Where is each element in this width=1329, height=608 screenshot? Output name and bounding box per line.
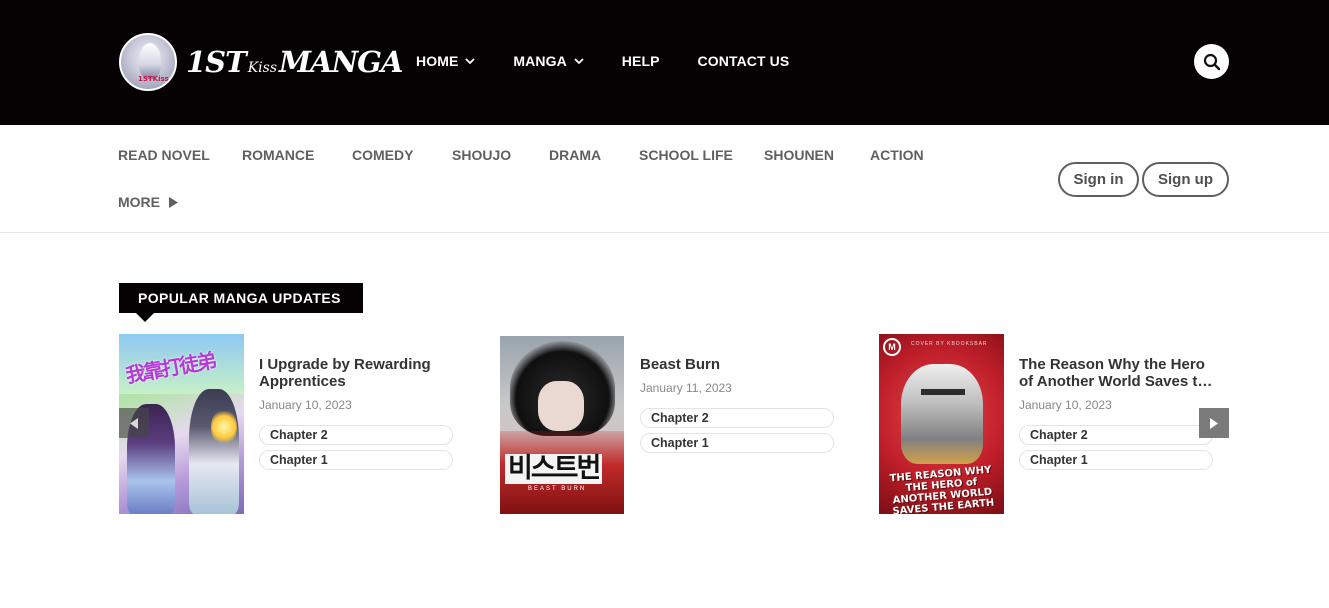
nav-home-label: HOME: [416, 53, 459, 69]
chevron-down-icon: [574, 57, 584, 64]
chapter-link[interactable]: Chapter 1: [259, 450, 453, 470]
genre-more[interactable]: MORE: [118, 193, 178, 211]
manga-title[interactable]: The Reason Why the Hero of Another World…: [1019, 356, 1215, 390]
manga-info: I Upgrade by Rewarding Apprentices Janua…: [259, 356, 455, 475]
cover-subtitle-art: BEAST BURN: [528, 486, 587, 492]
caret-left-icon: [130, 417, 138, 429]
nav-home[interactable]: HOME: [416, 52, 476, 70]
chapter-link[interactable]: Chapter 2: [1019, 425, 1213, 445]
genre-read-novel[interactable]: READ NOVEL: [118, 146, 210, 164]
logo-text-small: Kiss: [247, 59, 278, 76]
nav-contact-label: CONTACT US: [697, 53, 790, 69]
chapter-link[interactable]: Chapter 1: [1019, 450, 1213, 470]
section-heading-label: POPULAR MANGA UPDATES: [138, 290, 341, 306]
sign-up-button[interactable]: Sign up: [1142, 162, 1229, 197]
site-logo[interactable]: 1STKiss 1ST KissMANGA: [119, 33, 403, 91]
manga-title[interactable]: I Upgrade by Rewarding Apprentices: [259, 356, 455, 390]
chapter-link[interactable]: Chapter 1: [640, 433, 834, 453]
genre-shounen[interactable]: SHOUNEN: [764, 146, 834, 164]
cover-credit-text: COVER BY KBOOKSBAR: [911, 341, 988, 347]
caret-right-icon: [169, 196, 178, 208]
manga-date: January 11, 2023: [640, 381, 732, 395]
main-nav: HOME MANGA HELP CONTACT US: [416, 52, 827, 70]
sign-in-button[interactable]: Sign in: [1058, 162, 1139, 197]
logo-badge-text: 1STKiss: [138, 75, 169, 83]
genre-comedy[interactable]: COMEDY: [352, 146, 413, 164]
nav-manga-label: MANGA: [513, 53, 567, 69]
logo-badge: 1STKiss: [119, 33, 177, 91]
caret-right-icon: [1210, 417, 1218, 429]
nav-help[interactable]: HELP: [622, 52, 660, 70]
genre-action[interactable]: ACTION: [870, 146, 924, 164]
chapter-list: Chapter 2 Chapter 1: [259, 425, 455, 470]
nav-contact-us[interactable]: CONTACT US: [698, 52, 790, 70]
chapter-link[interactable]: Chapter 2: [640, 408, 834, 428]
genre-more-label: MORE: [118, 194, 160, 210]
section-heading: POPULAR MANGA UPDATES: [119, 283, 363, 322]
search-button[interactable]: [1194, 44, 1229, 79]
genre-drama[interactable]: DRAMA: [549, 146, 601, 164]
manga-cover-image[interactable]: 비스트번 BEAST BURN: [500, 336, 624, 514]
genre-romance[interactable]: ROMANCE: [242, 146, 314, 164]
slider-prev-button[interactable]: [119, 408, 149, 438]
nav-manga[interactable]: MANGA: [513, 52, 584, 70]
slider-next-button[interactable]: [1199, 408, 1229, 438]
logo-text-main: 1ST: [186, 44, 247, 79]
logo-text: 1ST KissMANGA: [186, 44, 403, 79]
chapter-list: Chapter 2 Chapter 1: [1019, 425, 1215, 470]
chapter-link[interactable]: Chapter 2: [259, 425, 453, 445]
logo-text-end: MANGA: [279, 44, 403, 79]
site-header: 1STKiss 1ST KissMANGA HOME MANGA HELP CON…: [0, 0, 1329, 125]
search-icon: [1203, 53, 1220, 70]
manga-cover-image[interactable]: M COVER BY KBOOKSBAR THE REASON WHY THE …: [879, 334, 1004, 514]
cover-publisher-logo: M: [883, 338, 901, 356]
manga-title[interactable]: Beast Burn: [640, 356, 836, 373]
genre-shoujo[interactable]: SHOUJO: [452, 146, 511, 164]
cover-title-art: 비스트번: [505, 454, 603, 484]
manga-date: January 10, 2023: [259, 398, 352, 412]
manga-info: Beast Burn January 11, 2023 Chapter 2 Ch…: [640, 356, 836, 458]
manga-date: January 10, 2023: [1019, 398, 1112, 412]
genre-school-life[interactable]: SCHOOL LIFE: [639, 146, 733, 164]
cover-title-art: THE REASON WHY THE HERO of ANOTHER WORLD…: [889, 464, 995, 514]
manga-info: The Reason Why the Hero of Another World…: [1019, 356, 1215, 475]
chevron-down-icon: [465, 57, 476, 64]
chapter-list: Chapter 2 Chapter 1: [640, 408, 836, 453]
nav-help-label: HELP: [621, 53, 660, 69]
